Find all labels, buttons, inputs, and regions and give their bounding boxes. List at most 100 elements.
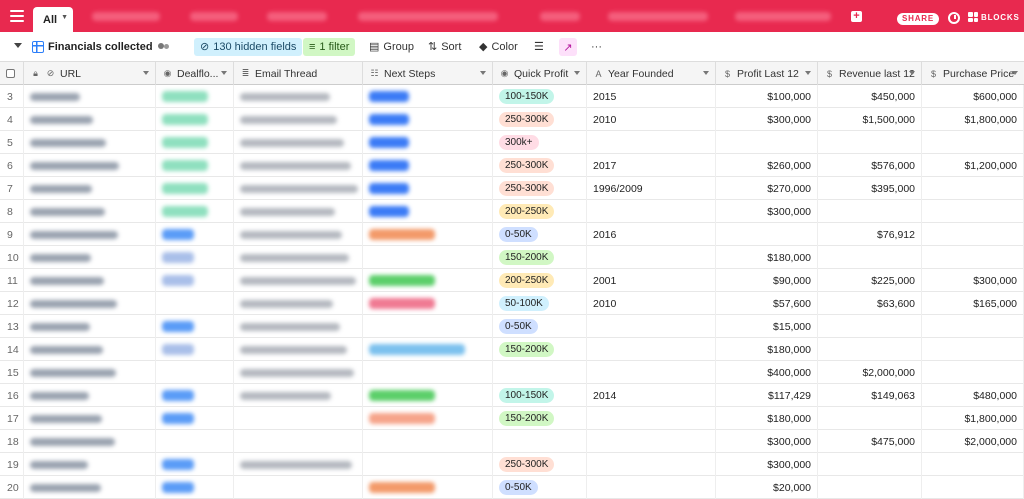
next-steps-cell[interactable] xyxy=(363,292,493,315)
profit-last-12-cell[interactable]: $15,000 xyxy=(716,315,818,338)
profit-last-12-cell[interactable] xyxy=(716,131,818,154)
next-steps-cell[interactable] xyxy=(363,453,493,476)
email-thread-cell[interactable] xyxy=(234,407,363,430)
revenue-last-12-cell[interactable]: $450,000 xyxy=(818,85,922,108)
table-row[interactable]: 7 250-300K 1996/2009 $270,000 $395,000 xyxy=(0,177,1024,200)
next-steps-cell[interactable] xyxy=(363,154,493,177)
next-steps-cell[interactable] xyxy=(363,384,493,407)
dealflow-cell[interactable] xyxy=(156,338,234,361)
column-header-year-founded[interactable]: A Year Founded xyxy=(587,62,716,85)
email-thread-cell[interactable] xyxy=(234,154,363,177)
column-header-quick-profit[interactable]: ◉ Quick Profit xyxy=(493,62,587,85)
dealflow-cell[interactable] xyxy=(156,177,234,200)
dealflow-cell[interactable] xyxy=(156,246,234,269)
blocks-button[interactable]: BLOCKS xyxy=(968,12,1020,22)
year-founded-cell[interactable] xyxy=(587,131,716,154)
revenue-last-12-cell[interactable]: $475,000 xyxy=(818,430,922,453)
url-cell[interactable] xyxy=(24,361,156,384)
purchase-price-cell[interactable] xyxy=(922,338,1024,361)
table-row[interactable]: 18 $300,000 $475,000 $2,000,000 xyxy=(0,430,1024,453)
purchase-price-cell[interactable] xyxy=(922,476,1024,499)
tab-blurred[interactable] xyxy=(358,12,498,21)
profit-last-12-cell[interactable]: $300,000 xyxy=(716,453,818,476)
revenue-last-12-cell[interactable] xyxy=(818,246,922,269)
tab-blurred[interactable] xyxy=(608,12,708,21)
revenue-last-12-cell[interactable] xyxy=(818,315,922,338)
year-founded-cell[interactable]: 2001 xyxy=(587,269,716,292)
share-button[interactable]: SHARE xyxy=(897,13,939,25)
purchase-price-cell[interactable] xyxy=(922,361,1024,384)
url-cell[interactable] xyxy=(24,108,156,131)
profit-last-12-cell[interactable]: $20,000 xyxy=(716,476,818,499)
purchase-price-cell[interactable] xyxy=(922,177,1024,200)
column-header-dealflow[interactable]: ◉ Dealflo... xyxy=(156,62,234,85)
table-row[interactable]: 12 50-100K 2010 $57,600 $63,600 $165,000 xyxy=(0,292,1024,315)
table-row[interactable]: 16 100-150K 2014 $117,429 $149,063 $480,000 xyxy=(0,384,1024,407)
purchase-price-cell[interactable]: $165,000 xyxy=(922,292,1024,315)
profit-last-12-cell[interactable]: $300,000 xyxy=(716,108,818,131)
purchase-price-cell[interactable]: $300,000 xyxy=(922,269,1024,292)
more-button[interactable]: ··· xyxy=(591,38,602,56)
url-cell[interactable] xyxy=(24,85,156,108)
chevron-down-icon[interactable] xyxy=(1012,71,1018,75)
revenue-last-12-cell[interactable] xyxy=(818,200,922,223)
revenue-last-12-cell[interactable] xyxy=(818,407,922,430)
dealflow-cell[interactable] xyxy=(156,292,234,315)
url-cell[interactable] xyxy=(24,476,156,499)
revenue-last-12-cell[interactable]: $576,000 xyxy=(818,154,922,177)
dealflow-cell[interactable] xyxy=(156,131,234,154)
quick-profit-cell[interactable]: 50-100K xyxy=(493,292,587,315)
share-view-button[interactable] xyxy=(158,38,171,56)
next-steps-cell[interactable] xyxy=(363,108,493,131)
profit-last-12-cell[interactable]: $260,000 xyxy=(716,154,818,177)
table-row[interactable]: 19 250-300K $300,000 xyxy=(0,453,1024,476)
table-row[interactable]: 15 $400,000 $2,000,000 xyxy=(0,361,1024,384)
tab-blurred[interactable] xyxy=(92,12,160,21)
dealflow-cell[interactable] xyxy=(156,361,234,384)
year-founded-cell[interactable]: 2010 xyxy=(587,108,716,131)
profit-last-12-cell[interactable]: $400,000 xyxy=(716,361,818,384)
email-thread-cell[interactable] xyxy=(234,292,363,315)
year-founded-cell[interactable] xyxy=(587,338,716,361)
url-cell[interactable] xyxy=(24,430,156,453)
email-thread-cell[interactable] xyxy=(234,131,363,154)
year-founded-cell[interactable] xyxy=(587,361,716,384)
quick-profit-cell[interactable]: 0-50K xyxy=(493,223,587,246)
tab-blurred[interactable] xyxy=(267,12,327,21)
select-all-checkbox[interactable] xyxy=(0,62,24,85)
revenue-last-12-cell[interactable]: $225,000 xyxy=(818,269,922,292)
profit-last-12-cell[interactable]: $270,000 xyxy=(716,177,818,200)
dealflow-cell[interactable] xyxy=(156,108,234,131)
add-table-icon[interactable]: + xyxy=(851,11,862,22)
next-steps-cell[interactable] xyxy=(363,200,493,223)
url-cell[interactable] xyxy=(24,407,156,430)
year-founded-cell[interactable] xyxy=(587,453,716,476)
email-thread-cell[interactable] xyxy=(234,338,363,361)
email-thread-cell[interactable] xyxy=(234,476,363,499)
purchase-price-cell[interactable]: $480,000 xyxy=(922,384,1024,407)
url-cell[interactable] xyxy=(24,200,156,223)
quick-profit-cell[interactable]: 0-50K xyxy=(493,476,587,499)
year-founded-cell[interactable] xyxy=(587,315,716,338)
table-row[interactable]: 17 150-200K $180,000 $1,800,000 xyxy=(0,407,1024,430)
purchase-price-cell[interactable] xyxy=(922,223,1024,246)
url-cell[interactable] xyxy=(24,315,156,338)
url-cell[interactable] xyxy=(24,131,156,154)
url-cell[interactable] xyxy=(24,177,156,200)
year-founded-cell[interactable] xyxy=(587,246,716,269)
url-cell[interactable] xyxy=(24,384,156,407)
dealflow-cell[interactable] xyxy=(156,85,234,108)
quick-profit-cell[interactable] xyxy=(493,361,587,384)
purchase-price-cell[interactable]: $1,200,000 xyxy=(922,154,1024,177)
quick-profit-cell[interactable]: 200-250K xyxy=(493,269,587,292)
export-button[interactable]: ↗ xyxy=(559,38,577,56)
tab-blurred[interactable] xyxy=(540,12,580,21)
url-cell[interactable] xyxy=(24,269,156,292)
next-steps-cell[interactable] xyxy=(363,338,493,361)
dealflow-cell[interactable] xyxy=(156,407,234,430)
column-header-purchase-price[interactable]: $ Purchase Price xyxy=(922,62,1024,85)
revenue-last-12-cell[interactable] xyxy=(818,453,922,476)
url-cell[interactable] xyxy=(24,453,156,476)
url-cell[interactable] xyxy=(24,292,156,315)
dealflow-cell[interactable] xyxy=(156,315,234,338)
